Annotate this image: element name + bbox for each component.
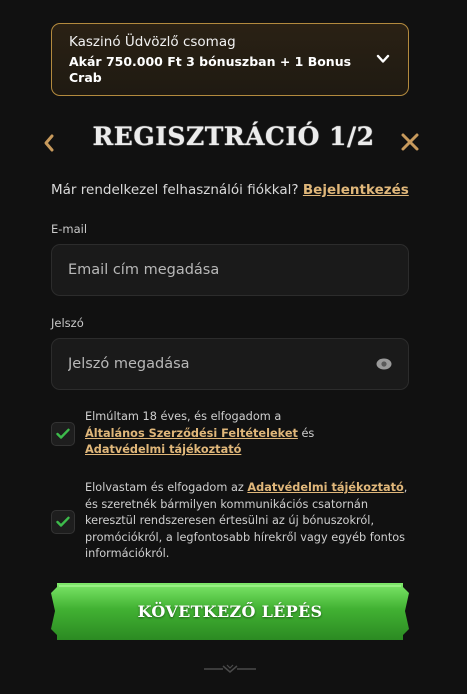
password-field[interactable] bbox=[52, 339, 408, 389]
ornament-divider-icon bbox=[204, 664, 256, 673]
privacy-policy-link[interactable]: Adatvédelmi tájékoztató bbox=[85, 443, 241, 456]
privacy-policy-link-2[interactable]: Adatvédelmi tájékoztató bbox=[247, 481, 403, 494]
consent-marketing-row: Elolvastam és elfogadom az Adatvédelmi t… bbox=[51, 480, 421, 564]
consent-marketing-text: Elolvastam és elfogadom az Adatvédelmi t… bbox=[85, 480, 417, 563]
consent-marketing-text-before: Elolvastam és elfogadom az bbox=[85, 481, 248, 494]
close-icon[interactable] bbox=[400, 132, 420, 152]
next-step-button[interactable]: KÖVETKEZŐ LÉPÉS bbox=[51, 583, 409, 640]
password-field-wrapper bbox=[51, 338, 409, 390]
consent-terms-checkbox[interactable] bbox=[51, 422, 75, 446]
consent-terms-text-before: Elmúltam 18 éves, és elfogadom a bbox=[85, 410, 282, 423]
page-title: REGISZTRÁCIÓ 1/2 bbox=[92, 122, 375, 151]
consent-marketing-checkbox[interactable] bbox=[51, 510, 75, 534]
consent-terms-text: Elmúltam 18 éves, és elfogadom a Általán… bbox=[85, 409, 417, 459]
eye-icon[interactable] bbox=[376, 357, 392, 371]
password-label: Jelszó bbox=[51, 316, 84, 330]
terms-link[interactable]: Általános Szerződési Feltételeket bbox=[85, 427, 298, 440]
login-link[interactable]: Bejelentkezés bbox=[303, 182, 409, 198]
email-field[interactable] bbox=[52, 245, 408, 295]
login-prompt-text: Már rendelkezel felhasználói fiókkal? bbox=[51, 182, 299, 198]
consent-terms-row: Elmúltam 18 éves, és elfogadom a Általán… bbox=[51, 408, 421, 458]
checkmark-icon bbox=[56, 516, 70, 527]
welcome-package-dropdown[interactable]: Kaszinó Üdvözlő csomag Akár 750.000 Ft 3… bbox=[51, 23, 409, 96]
promo-offer: Akár 750.000 Ft 3 bónuszban + 1 Bonus Cr… bbox=[69, 54, 352, 85]
login-prompt: Már rendelkezel felhasználói fiókkal? Be… bbox=[51, 182, 421, 198]
promo-title: Kaszinó Üdvözlő csomag bbox=[69, 34, 236, 50]
email-label: E-mail bbox=[51, 222, 88, 236]
registration-header: REGISZTRÁCIÓ 1/2 bbox=[0, 118, 467, 166]
email-field-wrapper bbox=[51, 244, 409, 296]
chevron-down-icon[interactable] bbox=[375, 51, 391, 67]
checkmark-icon bbox=[56, 428, 70, 439]
consent-terms-text-middle: és bbox=[297, 426, 315, 440]
next-step-label: KÖVETKEZŐ LÉPÉS bbox=[137, 602, 323, 621]
